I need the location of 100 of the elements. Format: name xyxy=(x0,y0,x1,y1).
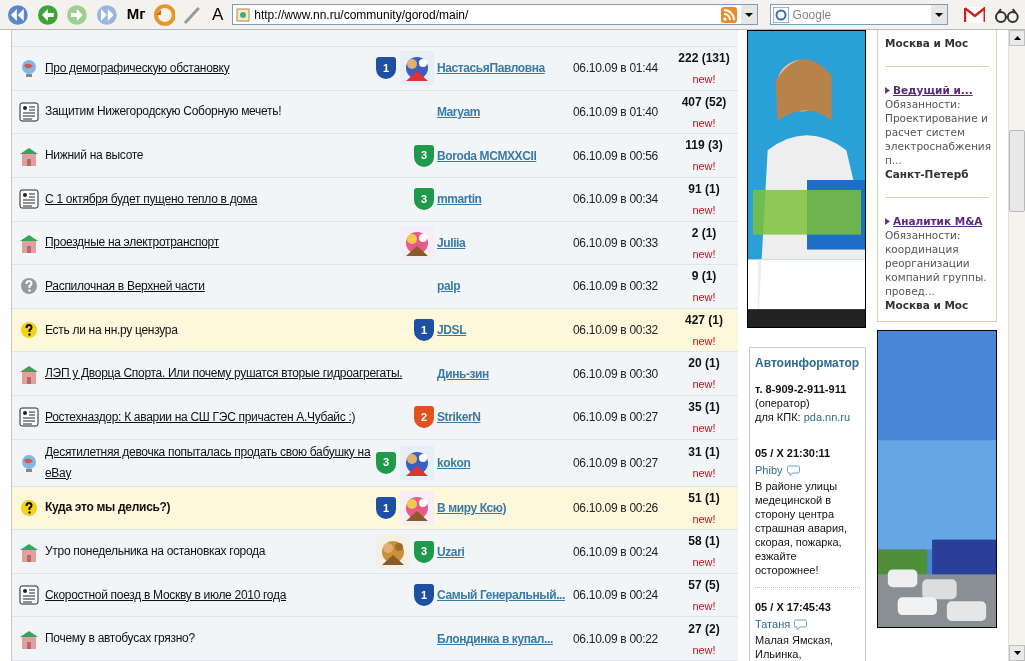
scroll-thumb[interactable] xyxy=(1009,130,1025,212)
author-link[interactable]: В миру Ксю) xyxy=(437,498,573,517)
topic-link[interactable]: Скоростной поезд в Москву в июле 2010 года xyxy=(45,584,287,606)
speech-bubble-icon xyxy=(786,464,800,476)
help-icon xyxy=(19,321,38,340)
rank-badge: 2 xyxy=(414,406,434,429)
dropdown-icon[interactable] xyxy=(930,5,947,24)
reply-count: 427 (1) xyxy=(685,311,723,329)
scroll-down-button[interactable] xyxy=(1009,645,1025,661)
rank-badge: 1 xyxy=(414,584,434,607)
new-label: new! xyxy=(692,246,716,262)
search-input[interactable]: Google xyxy=(792,5,927,24)
dropdown-icon[interactable] xyxy=(740,5,757,24)
author-link[interactable]: StrikerN xyxy=(437,408,573,427)
job-link[interactable]: Аналитик M&A xyxy=(893,214,983,228)
post-date: 06.10.09 в 00:56 xyxy=(573,147,659,165)
topic-link[interactable]: Куда это мы делись?) xyxy=(45,497,171,519)
address-field[interactable]: http://www.nn.ru/community/gorod/main/ xyxy=(232,4,758,25)
topic-link[interactable]: С 1 октября будет пущено тепло в дома xyxy=(45,188,258,210)
rank-badge: 1 xyxy=(414,319,434,342)
tower-icon xyxy=(18,145,39,166)
refresh-icon[interactable] xyxy=(153,3,176,26)
author-link[interactable]: JDSL xyxy=(437,321,573,340)
down-arrow-icon xyxy=(1013,651,1021,655)
author-link[interactable]: palp xyxy=(437,277,573,296)
page-icon xyxy=(236,7,251,22)
fast-forward-icon[interactable] xyxy=(95,3,119,26)
topic-link[interactable]: Нижний на высоте xyxy=(45,145,144,167)
reply-count: 119 (3) xyxy=(685,137,723,155)
message-time: 05 / X 21:30:11 xyxy=(755,446,832,460)
reply-count: 2 (1) xyxy=(691,224,717,242)
author-link[interactable]: Uzari xyxy=(437,542,573,561)
post-date: 06.10.09 в 00:24 xyxy=(573,543,659,561)
back-icon[interactable] xyxy=(35,3,60,26)
phone-number: т. 8-909-2-911-911 xyxy=(755,382,848,396)
message-author[interactable]: Phiby xyxy=(755,463,783,477)
post-date: 06.10.09 в 00:26 xyxy=(573,499,659,517)
scrollbar[interactable] xyxy=(1008,30,1025,661)
reply-count: 407 (52) xyxy=(681,93,727,111)
author-link[interactable]: Juliia xyxy=(437,233,573,252)
pda-link[interactable]: pda.nn.ru xyxy=(803,410,851,424)
topic-link[interactable]: Есть ли на нн.ру цензура xyxy=(45,319,178,341)
glasses-icon[interactable] xyxy=(995,6,1019,23)
author-link[interactable]: Динь-зин xyxy=(437,364,573,383)
author-link[interactable]: kokon xyxy=(437,453,573,472)
topic-link[interactable]: Про демографическую обстановку xyxy=(45,57,230,79)
bullet-icon xyxy=(885,86,890,94)
topic-link[interactable]: Утро понедельника на остановках города xyxy=(45,541,266,562)
rank-badge: 3 xyxy=(376,451,396,474)
reply-count: 27 (2) xyxy=(688,620,720,638)
new-label: new! xyxy=(692,511,716,527)
panel-title: Автоинформатор xyxy=(755,356,860,370)
document-icon xyxy=(18,189,39,210)
message-text: Малая Ямская, Ильинка, xyxy=(755,633,835,661)
author-link[interactable]: Boroda MCMXXCII xyxy=(437,146,573,165)
post-date: 06.10.09 в 01:44 xyxy=(573,60,659,78)
author-link[interactable]: Блондинка в купал... xyxy=(437,629,573,648)
help-icon xyxy=(19,498,38,517)
new-label: new! xyxy=(692,159,716,175)
reply-count: 35 (1) xyxy=(688,399,720,417)
author-link[interactable]: mmartin xyxy=(437,190,573,209)
topic-link[interactable]: Проездные на электротранспорт xyxy=(45,232,219,254)
reply-count: 9 (1) xyxy=(691,268,717,286)
post-date: 06.10.09 в 00:32 xyxy=(573,322,659,340)
text-size-button[interactable]: A xyxy=(208,1,227,28)
new-label: new! xyxy=(692,466,716,482)
new-label: new! xyxy=(692,202,716,218)
topic-link[interactable]: ЛЭП у Дворца Спорта. Или почему рушатся вторые гидроагрегаты. xyxy=(45,363,403,385)
author-link[interactable]: Maryam xyxy=(437,102,573,121)
reply-count: 20 (1) xyxy=(688,355,720,373)
post-date: 06.10.09 в 00:27 xyxy=(573,454,659,472)
topic-link[interactable]: Почему в автобусах грязно? xyxy=(45,628,195,650)
job-city: Москва и Мос xyxy=(885,36,970,50)
job-link[interactable]: Ведущий и... xyxy=(893,83,973,97)
topic-link[interactable]: Десятилетняя девочка попыталась продать свою бабушку на eBay xyxy=(45,441,372,484)
tower-icon xyxy=(18,541,39,562)
rank-badge: 1 xyxy=(376,496,396,519)
search-field[interactable]: Google xyxy=(769,4,948,25)
reply-count: 222 (131) xyxy=(678,50,730,68)
scroll-up-button[interactable] xyxy=(1009,30,1025,46)
bullet-icon xyxy=(885,217,890,225)
topic-link[interactable]: Защитим Нижегородскую Соборную мечеть! xyxy=(45,101,282,123)
speech-bubble-icon xyxy=(794,618,808,630)
forward-icon[interactable] xyxy=(65,3,90,26)
reply-count: 58 (1) xyxy=(688,533,720,551)
rewind-icon[interactable] xyxy=(6,3,30,26)
mail-icon[interactable] xyxy=(963,6,986,23)
logo-button[interactable]: Mг xyxy=(124,3,148,26)
author-link[interactable]: НастасьяПавловна xyxy=(437,59,573,78)
rank-badge: 1 xyxy=(376,57,396,80)
new-label: new! xyxy=(692,115,716,131)
author-link[interactable]: Самый Генеральный... xyxy=(437,586,573,605)
job-description: Обязанности: координация реорганизации компаний группы. провед... xyxy=(885,228,988,298)
reply-count: 57 (5) xyxy=(688,576,720,594)
post-date: 06.10.09 в 00:30 xyxy=(573,365,659,383)
topic-link[interactable]: Ростехназдор: К аварии на СШ ГЭС причастен А.Чубайс :) xyxy=(45,406,356,428)
rank-badge: 3 xyxy=(414,540,434,563)
message-author[interactable]: Татаня xyxy=(755,617,791,631)
topic-link[interactable]: Распилочная в Верхней части xyxy=(45,275,205,297)
post-date: 06.10.09 в 00:22 xyxy=(573,630,659,648)
